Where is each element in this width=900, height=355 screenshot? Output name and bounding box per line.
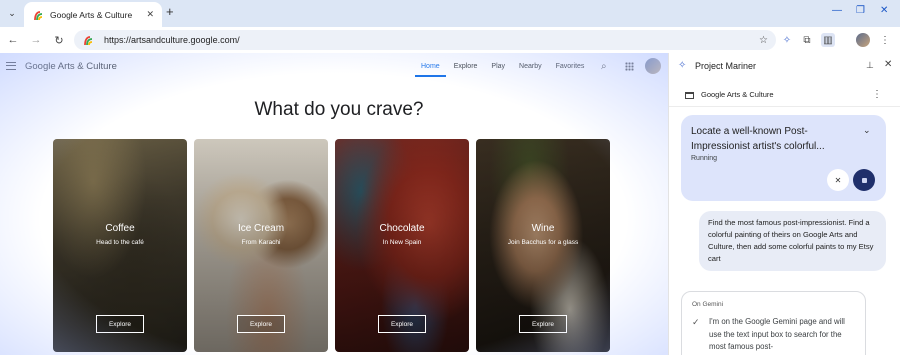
- card-subtitle: Head to the café: [96, 239, 144, 246]
- forward-icon[interactable]: →: [28, 32, 44, 48]
- hamburger-menu-icon[interactable]: [6, 62, 16, 70]
- mariner-extension-icon[interactable]: ✧: [780, 33, 794, 47]
- pin-icon[interactable]: ⊥: [866, 60, 874, 71]
- web-page: Google Arts & Culture Home Explore Play …: [0, 53, 668, 355]
- panel-header: ✧ Project Mariner ⊥ ✕: [669, 53, 900, 79]
- explore-button[interactable]: Explore: [96, 315, 144, 333]
- site-avatar[interactable]: [645, 58, 661, 74]
- tab-strip: ⌄ Google Arts & Culture ✕ + — ❐ ✕: [0, 0, 900, 27]
- browser-toolbar: ← → ↻ https://artsandculture.google.com/…: [0, 27, 900, 53]
- nav-nearby[interactable]: Nearby: [513, 59, 548, 77]
- user-message: Find the most famous post-impressionist.…: [699, 211, 886, 271]
- step-label: On Gemini: [692, 301, 724, 308]
- tab-search-chevron-icon[interactable]: ⌄: [4, 5, 20, 21]
- address-bar[interactable]: https://artsandculture.google.com/ ☆: [74, 30, 776, 50]
- card-chocolate[interactable]: Chocolate In New Spain Explore: [335, 139, 469, 352]
- profile-avatar[interactable]: [856, 33, 870, 47]
- url-text[interactable]: https://artsandculture.google.com/: [104, 35, 759, 45]
- page-heading: What do you crave?: [254, 99, 424, 120]
- reload-icon[interactable]: ↻: [51, 32, 67, 48]
- context-tab-title: Google Arts & Culture: [701, 90, 774, 99]
- site-nav: Home Explore Play Nearby Favorites: [415, 59, 592, 77]
- card-coffee[interactable]: Coffee Head to the café Explore: [53, 139, 187, 352]
- card-title: Coffee: [105, 223, 135, 234]
- panel-title: Project Mariner: [695, 61, 757, 71]
- nav-favorites[interactable]: Favorites: [550, 59, 591, 77]
- tab-title: Google Arts & Culture: [50, 9, 133, 20]
- back-icon[interactable]: ←: [5, 32, 21, 48]
- site-favicon-icon: [82, 34, 94, 46]
- card-title: Wine: [531, 223, 555, 234]
- site-logo[interactable]: Google Arts & Culture: [25, 61, 117, 72]
- site-header: Google Arts & Culture Home Explore Play …: [0, 53, 668, 81]
- cancel-task-button[interactable]: ✕: [827, 169, 849, 191]
- card-subtitle: In New Spain: [382, 239, 422, 246]
- new-tab-icon[interactable]: +: [166, 5, 174, 19]
- task-status: Running: [691, 155, 718, 162]
- chevron-down-icon[interactable]: ⌄: [863, 125, 871, 136]
- card-title: Chocolate: [379, 223, 425, 234]
- browser-tab-icon: [685, 92, 694, 99]
- apps-grid-icon[interactable]: [625, 62, 634, 71]
- card-title: Ice Cream: [237, 223, 285, 234]
- side-panel: ✧ Project Mariner ⊥ ✕ Google Arts & Cult…: [668, 53, 900, 355]
- card-subtitle: Join Bacchus for a glass: [507, 239, 579, 246]
- mariner-logo-icon: ✧: [678, 60, 687, 71]
- more-options-icon[interactable]: ⋮: [872, 89, 882, 100]
- browser-menu-icon[interactable]: ⋮: [878, 33, 892, 47]
- nav-home[interactable]: Home: [415, 59, 446, 77]
- explore-button[interactable]: Explore: [378, 315, 426, 333]
- checkmark-icon: ✓: [692, 317, 700, 327]
- card-wine[interactable]: Wine Join Bacchus for a glass Explore: [476, 139, 610, 352]
- task-card[interactable]: Locate a well-known Post-Impressionist a…: [681, 115, 886, 201]
- card-subtitle: From Karachi: [241, 239, 281, 246]
- bookmark-star-icon[interactable]: ☆: [759, 35, 768, 46]
- explore-button[interactable]: Explore: [519, 315, 567, 333]
- stop-icon: [861, 177, 867, 183]
- task-title: Locate a well-known Post-Impressionist a…: [691, 126, 825, 152]
- stop-task-button[interactable]: [853, 169, 875, 191]
- restore-icon[interactable]: ❐: [856, 5, 865, 16]
- window-close-icon[interactable]: ✕: [880, 5, 888, 16]
- arts-culture-favicon-icon: [32, 9, 44, 21]
- nav-explore[interactable]: Explore: [448, 59, 484, 77]
- card-ice-cream[interactable]: Ice Cream From Karachi Explore: [194, 139, 328, 352]
- nav-play[interactable]: Play: [485, 59, 511, 77]
- tab-close-icon[interactable]: ✕: [146, 9, 154, 20]
- minimize-icon[interactable]: —: [832, 5, 842, 16]
- explore-button[interactable]: Explore: [237, 315, 285, 333]
- site-search-icon[interactable]: ⌕: [601, 61, 607, 72]
- extensions-puzzle-icon[interactable]: ⧉: [800, 33, 814, 47]
- context-tab-bar[interactable]: Google Arts & Culture ⋮: [669, 83, 900, 107]
- side-panel-icon[interactable]: ▥: [821, 33, 835, 47]
- panel-close-icon[interactable]: ✕: [884, 59, 892, 70]
- tab-arts-culture[interactable]: Google Arts & Culture ✕: [24, 2, 162, 27]
- step-text: I'm on the Google Gemini page and will u…: [709, 317, 845, 351]
- step-card: On Gemini ✓ I'm on the Google Gemini pag…: [681, 291, 866, 355]
